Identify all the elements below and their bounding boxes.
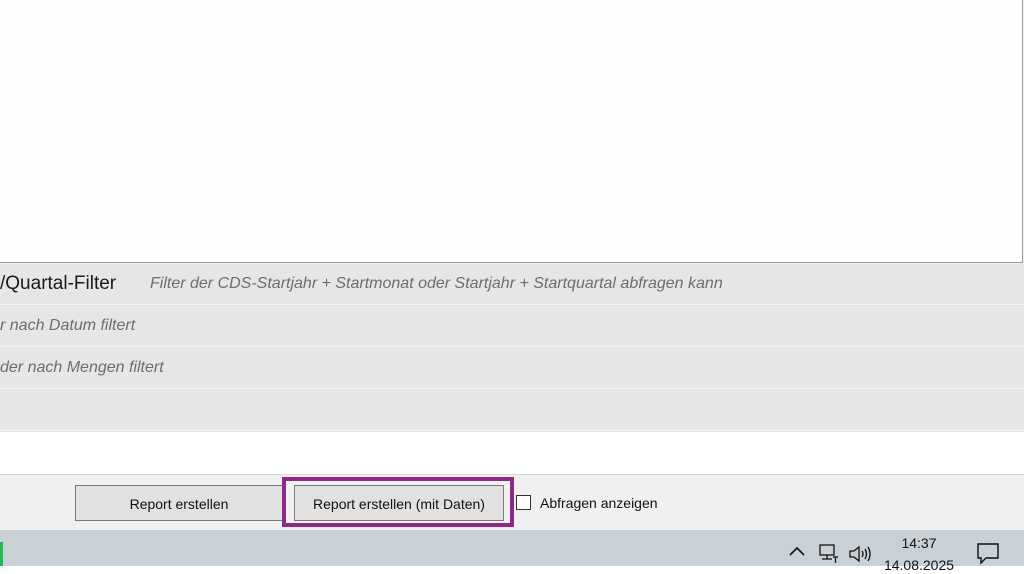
clock-date[interactable]: 14.08.2025: [880, 556, 958, 574]
filter-list-blank-area: [0, 432, 1024, 474]
filter-description: der nach Mengen filtert: [0, 359, 164, 376]
show-queries-label[interactable]: Abfragen anzeigen: [540, 493, 658, 513]
report-button[interactable]: Report erstellen: [75, 485, 283, 521]
filter-list: /Quartal-Filter Filter der CDS-Startjahr…: [0, 264, 1024, 432]
filter-row-quartal[interactable]: /Quartal-Filter Filter der CDS-Startjahr…: [0, 264, 1024, 305]
report-with-data-button[interactable]: Report erstellen (mit Daten): [294, 485, 504, 521]
filter-description: Filter der CDS-Startjahr + Startmonat od…: [150, 275, 723, 292]
filter-row-datum[interactable]: r nach Datum filtert: [0, 306, 1024, 347]
chevron-up-icon[interactable]: [788, 544, 806, 558]
filter-description: r nach Datum filtert: [0, 317, 136, 334]
clock-time[interactable]: 14:37: [880, 534, 958, 552]
filter-name: /Quartal-Filter: [0, 273, 117, 294]
show-queries-checkbox[interactable]: [516, 495, 531, 510]
network-icon[interactable]: [818, 544, 840, 564]
taskbar: 14:37 14.08.2025: [0, 530, 1024, 573]
taskbar-app-icon-edge[interactable]: [0, 542, 3, 566]
filter-row-empty[interactable]: [0, 390, 1024, 431]
app-window: /Quartal-Filter Filter der CDS-Startjahr…: [0, 0, 1024, 531]
action-bar: Report erstellen Report erstellen (mit D…: [0, 474, 1024, 531]
report-preview-pane: [0, 0, 1023, 263]
volume-icon[interactable]: [848, 544, 872, 564]
filter-row-mengen[interactable]: der nach Mengen filtert: [0, 348, 1024, 389]
notification-icon[interactable]: [976, 542, 1000, 564]
